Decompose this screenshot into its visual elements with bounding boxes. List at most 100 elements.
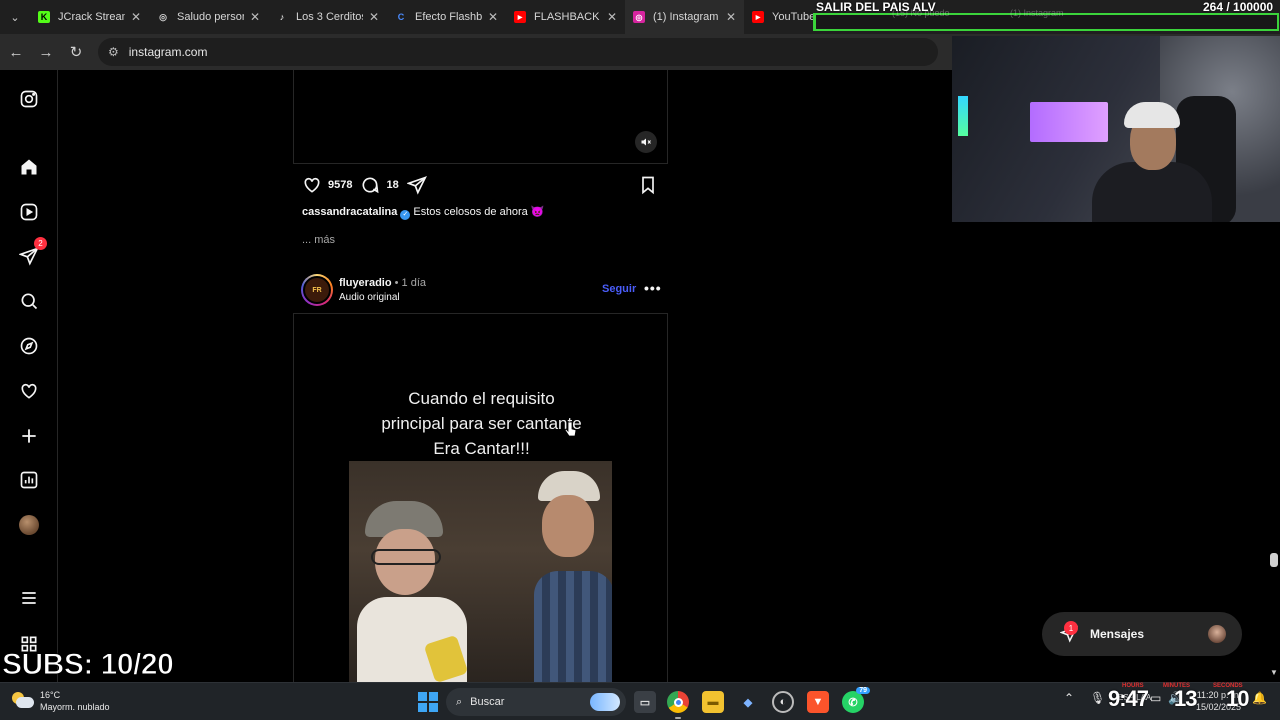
reload-icon[interactable]: ↻ bbox=[62, 38, 90, 66]
like-count: 9578 bbox=[328, 179, 353, 191]
app-diamond-icon[interactable]: ◆ bbox=[737, 691, 759, 713]
close-tab-icon[interactable]: ✕ bbox=[250, 10, 260, 24]
avatar bbox=[19, 515, 39, 535]
caption-emoji: 👿 bbox=[530, 206, 545, 218]
comment-count: 18 bbox=[386, 179, 399, 191]
page-scrollbar[interactable] bbox=[1270, 553, 1278, 567]
video-frame bbox=[349, 461, 612, 682]
post-header: FR fluyeradio • 1 día Audio original Seg… bbox=[301, 274, 661, 306]
stream-goal-title: SALIR DEL PAIS ALV bbox=[816, 0, 936, 14]
verified-badge-icon: ✓ bbox=[400, 210, 411, 220]
video-text-line: principal para ser cantante bbox=[381, 414, 582, 433]
comment-button[interactable]: 18 bbox=[360, 175, 399, 195]
dashboard-icon[interactable] bbox=[17, 468, 41, 492]
avatar bbox=[1208, 625, 1226, 643]
microphone-icon[interactable]: 🎙 bbox=[1090, 691, 1105, 705]
direct-messages-icon[interactable]: 2 bbox=[17, 237, 47, 268]
reels-icon[interactable] bbox=[17, 200, 41, 224]
like-button[interactable]: 9578 bbox=[302, 175, 352, 195]
post-time: • 1 día bbox=[394, 277, 427, 289]
scroll-down-arrow-icon[interactable]: ▼ bbox=[1270, 668, 1278, 677]
heart-icon bbox=[304, 177, 320, 193]
close-tab-icon[interactable]: ✕ bbox=[369, 10, 379, 24]
app-circle-icon[interactable]: ◐ bbox=[772, 691, 794, 713]
profile-avatar[interactable] bbox=[17, 513, 41, 537]
tray-expand-icon[interactable]: ⌃ bbox=[1064, 691, 1074, 705]
partly-cloudy-icon bbox=[12, 692, 34, 710]
post-username[interactable]: fluyeradio • 1 día bbox=[339, 277, 426, 289]
weather-temp: 16°C bbox=[40, 690, 61, 700]
tiktok-favicon-icon: ♪ bbox=[279, 12, 285, 22]
close-tab-icon[interactable]: ✕ bbox=[131, 10, 141, 24]
post-video[interactable] bbox=[293, 70, 668, 164]
close-tab-icon[interactable]: ✕ bbox=[607, 10, 617, 24]
tab-label: (1) Instagram bbox=[653, 11, 719, 23]
share-button[interactable] bbox=[406, 175, 433, 195]
post-actions: 9578 18 bbox=[302, 174, 658, 196]
globe-favicon-icon: ◎ bbox=[159, 11, 167, 22]
network-icon[interactable]: ▭ bbox=[1150, 691, 1161, 705]
stream-timer-seconds: 10 bbox=[1226, 686, 1250, 711]
tab-label: Saludo person bbox=[177, 11, 244, 23]
comment-bubble-icon bbox=[362, 177, 380, 194]
url-text: instagram.com bbox=[128, 45, 208, 59]
forward-arrow-icon[interactable]: → bbox=[32, 38, 60, 66]
home-icon[interactable] bbox=[17, 155, 41, 179]
tab-saludo[interactable]: ◎ Saludo person ✕ bbox=[149, 0, 268, 34]
audio-label[interactable]: Audio original bbox=[339, 292, 400, 303]
post-options-icon[interactable]: ••• bbox=[644, 280, 662, 296]
site-settings-icon[interactable]: ⚙ bbox=[108, 45, 119, 59]
file-explorer-icon[interactable]: ▬ bbox=[702, 691, 724, 713]
close-tab-icon[interactable]: ✕ bbox=[488, 10, 498, 24]
weather-widget[interactable]: 16°C Mayorm. nublado bbox=[12, 689, 110, 713]
caption-more-link[interactable]: ... más bbox=[302, 234, 335, 246]
messages-badge: 1 bbox=[1064, 621, 1078, 635]
task-view-icon[interactable]: ▭ bbox=[634, 691, 656, 713]
search-icon[interactable] bbox=[17, 289, 41, 313]
muted-speaker-icon[interactable] bbox=[635, 131, 657, 153]
post-caption: cassandracatalina ✓ Estos celosos de ahora… bbox=[302, 205, 545, 220]
capcut-favicon-icon: C bbox=[397, 12, 405, 22]
back-arrow-icon[interactable]: ← bbox=[2, 38, 30, 66]
bookmark-icon bbox=[642, 176, 654, 195]
caption-username[interactable]: cassandracatalina bbox=[302, 206, 397, 218]
video-caption-overlay: Cuando el requisito principal para ser c… bbox=[294, 386, 669, 461]
youtube-favicon-icon: ▶ bbox=[514, 11, 526, 23]
tab-flashback[interactable]: ▶ FLASHBACK | T ✕ bbox=[506, 0, 625, 34]
close-tab-icon[interactable]: ✕ bbox=[726, 10, 736, 24]
tab-cerditos[interactable]: ♪ Los 3 Cerditos ✕ bbox=[268, 0, 387, 34]
tab-efecto[interactable]: C Efecto Flashba ✕ bbox=[387, 0, 506, 34]
explore-compass-icon[interactable] bbox=[17, 334, 41, 358]
avatar[interactable]: FR bbox=[301, 274, 333, 306]
post-video[interactable]: Cuando el requisito principal para ser c… bbox=[293, 313, 668, 682]
save-button[interactable] bbox=[638, 175, 658, 195]
search-icon: ⌕ bbox=[456, 695, 463, 708]
overlay-tab-label: (1) Instagram bbox=[1010, 8, 1064, 18]
more-menu-icon[interactable] bbox=[17, 586, 41, 610]
stream-goal-count: 264 / 100000 bbox=[1203, 0, 1274, 14]
tab-jcrack[interactable]: K JCrack Stream ✕ bbox=[30, 0, 149, 34]
windows-start-icon[interactable] bbox=[418, 692, 438, 712]
tab-label: FLASHBACK | T bbox=[534, 11, 601, 23]
instagram-sidebar: 2 bbox=[0, 70, 58, 682]
tab-search-menu[interactable]: ⌄ bbox=[0, 0, 30, 34]
instagram-logo-icon[interactable] bbox=[17, 87, 41, 111]
stream-timer-minutes: 13 bbox=[1174, 686, 1198, 711]
whatsapp-icon[interactable]: ✆ 79 bbox=[842, 687, 870, 713]
notifications-heart-icon[interactable] bbox=[17, 379, 41, 403]
address-bar[interactable]: ⚙ instagram.com bbox=[98, 38, 938, 66]
taskbar-search[interactable]: ⌕ Buscar bbox=[446, 688, 626, 716]
follow-button[interactable]: Seguir bbox=[602, 283, 636, 295]
subs-counter: SUBS: 10/20 bbox=[1, 648, 174, 682]
share-send-icon bbox=[406, 176, 427, 195]
hand-cursor-icon bbox=[565, 421, 577, 437]
whatsapp-badge: 79 bbox=[856, 687, 870, 694]
brave-icon[interactable]: ▼ bbox=[807, 691, 829, 713]
fluyeradio-logo-icon: FR bbox=[303, 276, 331, 304]
tab-instagram[interactable]: ◎ (1) Instagram ✕ bbox=[625, 0, 744, 34]
webcam-overlay bbox=[952, 36, 1280, 222]
notifications-icon[interactable]: 🔔 bbox=[1252, 691, 1267, 705]
chrome-icon[interactable] bbox=[667, 691, 689, 713]
create-plus-icon[interactable] bbox=[17, 424, 41, 448]
tab-label: Efecto Flashba bbox=[415, 11, 482, 23]
